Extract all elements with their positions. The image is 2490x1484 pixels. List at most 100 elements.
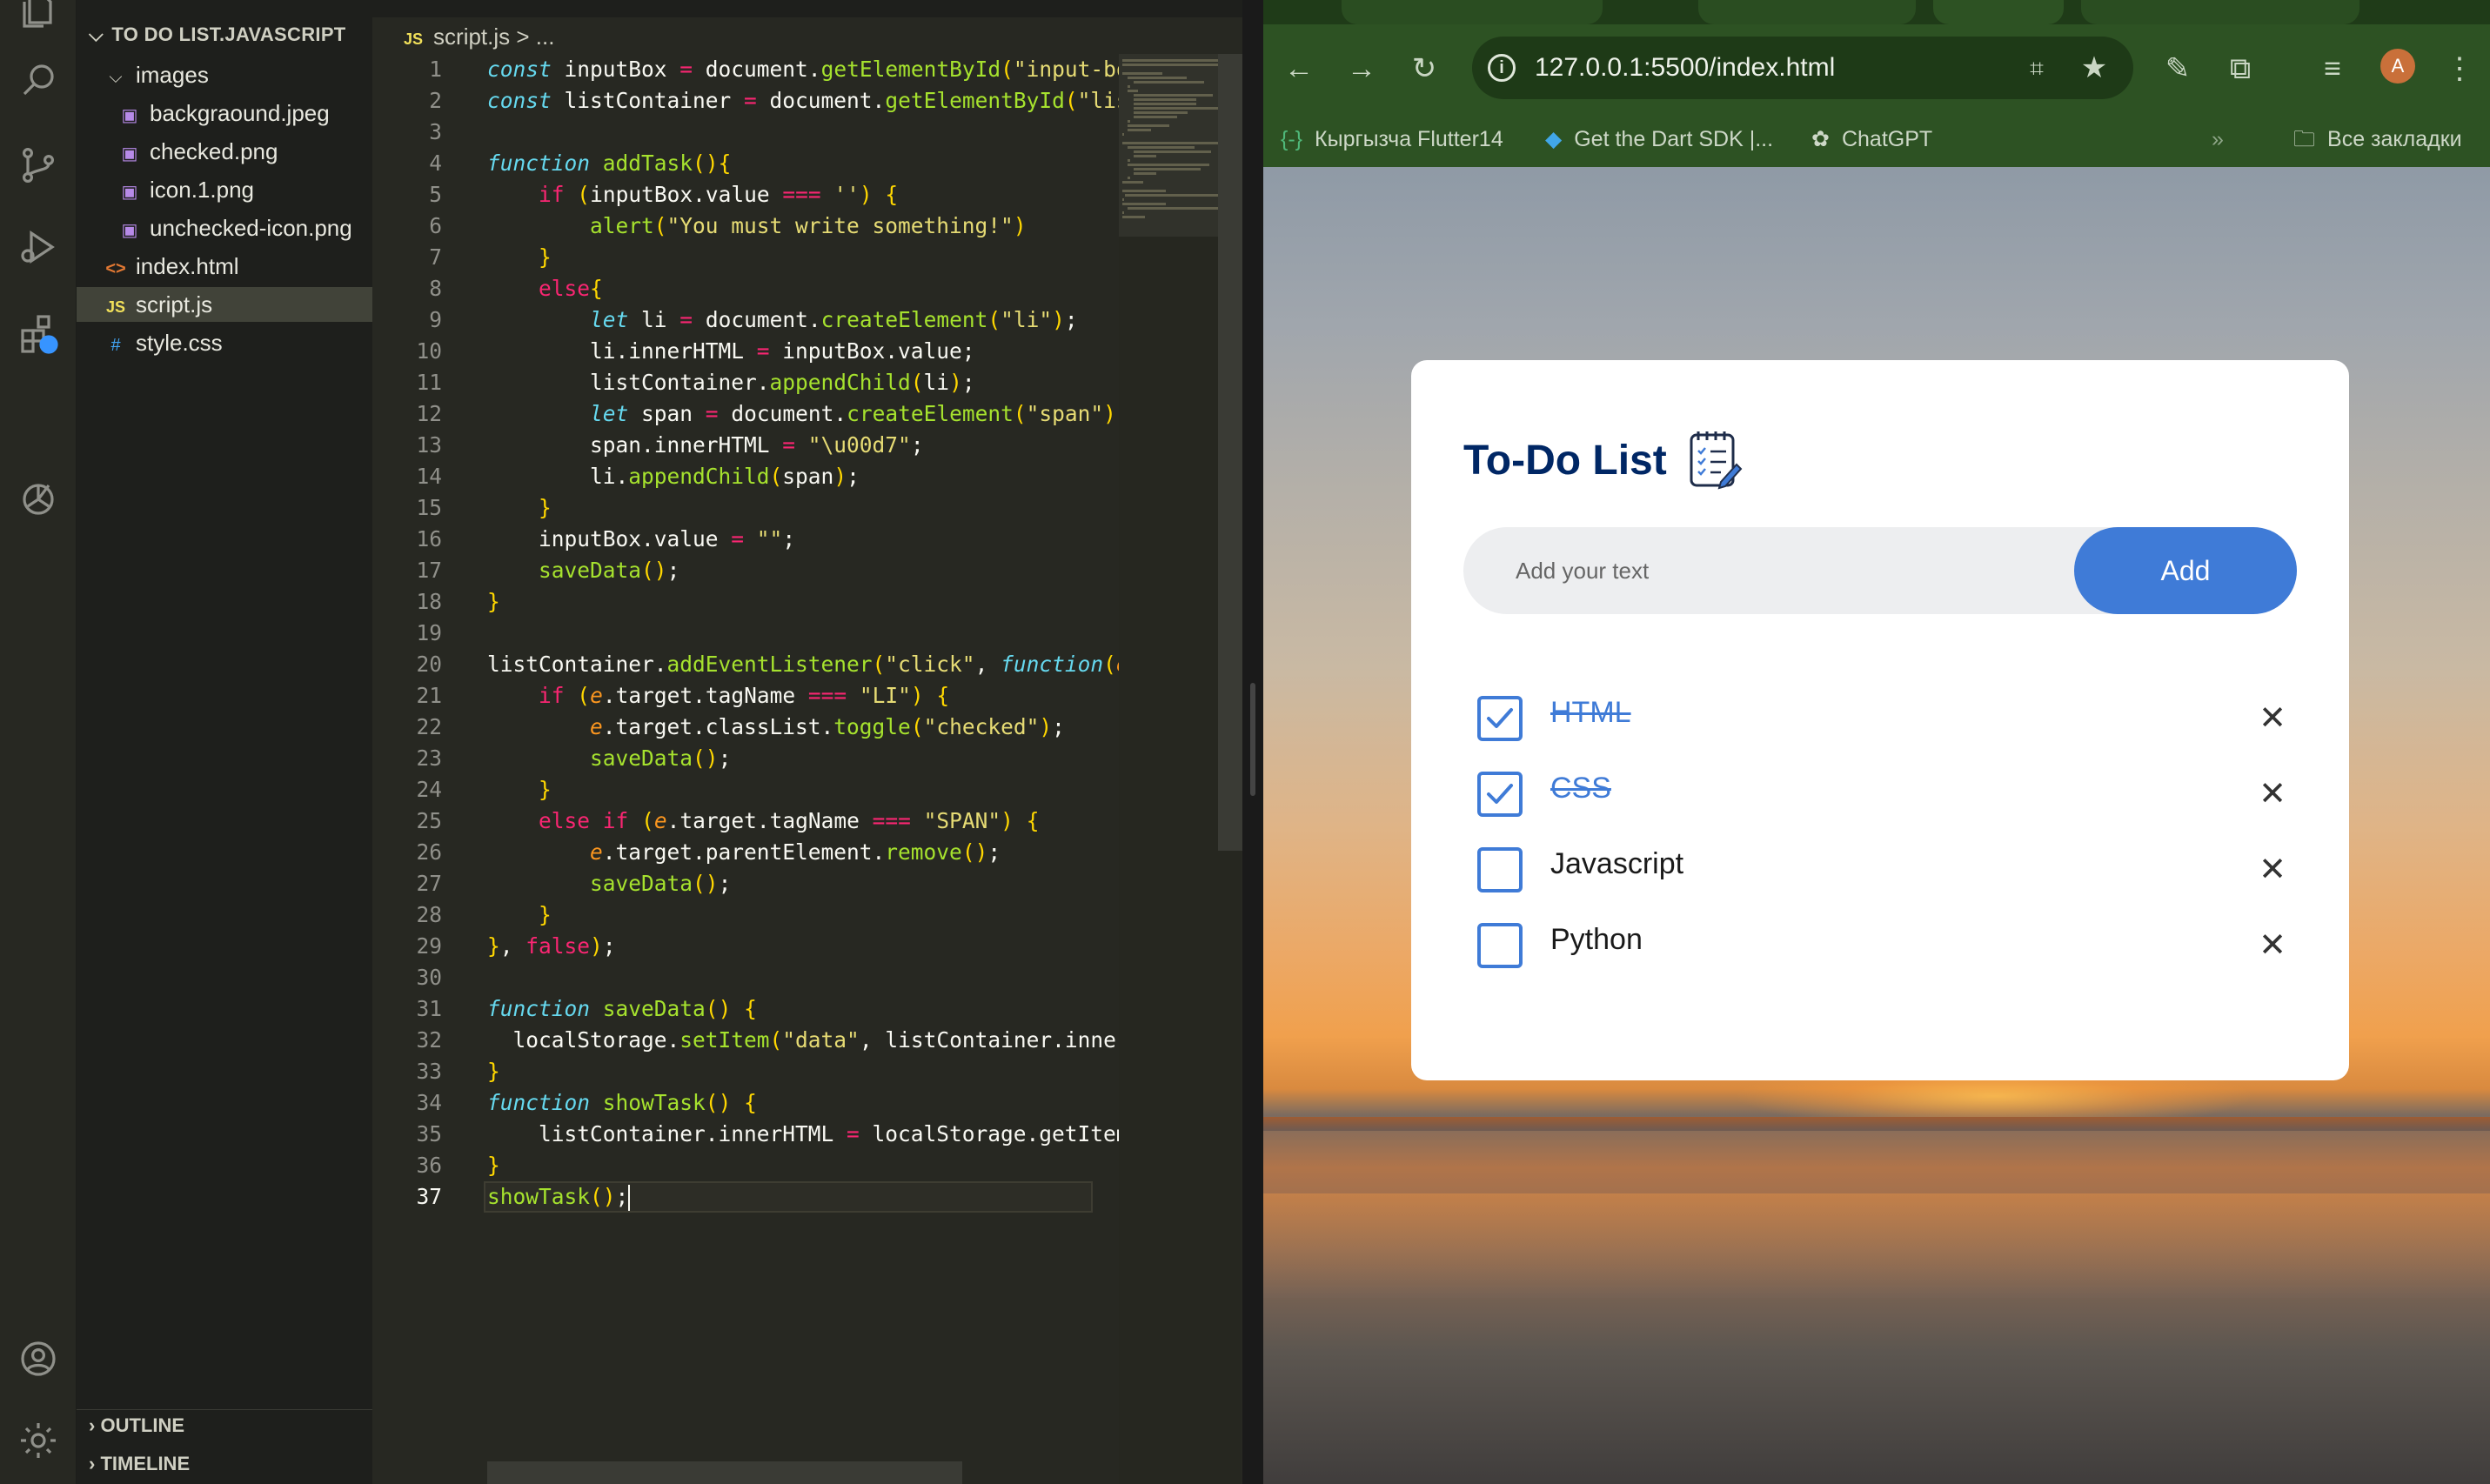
line-number: 16 [416, 526, 442, 551]
translate-icon[interactable]: ⌗ [2017, 49, 2057, 89]
run-debug-icon[interactable] [14, 223, 63, 271]
extensions-icon[interactable] [14, 310, 63, 358]
code-text: alert("You must write something!") [590, 213, 1027, 238]
divider-handle[interactable] [1250, 683, 1255, 796]
activity-bar [0, 0, 77, 1484]
code-editor[interactable]: JS script.js > ... 1 const inputBox = docu… [372, 0, 1242, 1484]
line-number: 13 [416, 432, 442, 458]
back-arrow-icon[interactable]: ← [1279, 49, 1319, 89]
browser-tab[interactable] [1698, 0, 1916, 24]
extensions-puzzle-icon[interactable]: ⧉ [2220, 49, 2260, 89]
task-item[interactable]: Javascript ✕ [1463, 828, 2297, 903]
outline-section[interactable]: › OUTLINE [77, 1407, 372, 1444]
code-text: li.appendChild(span); [487, 464, 860, 489]
line-number: 2 [429, 88, 442, 113]
horizontal-scrollbar[interactable] [487, 1461, 962, 1484]
eyedropper-icon[interactable]: ✎ [2158, 49, 2198, 89]
image-file-icon: ▣ [121, 183, 138, 202]
vscode-window: ⌵ TO DO LIST.JAVASCRIPT ⌵ images ▣ backgra… [0, 0, 1242, 1484]
forward-arrow-icon[interactable]: → [1342, 49, 1382, 89]
chatgpt-icon[interactable] [14, 475, 63, 524]
task-item[interactable]: HTML ✕ [1463, 677, 2297, 752]
tree-item-image[interactable]: ▣ unchecked-icon.png [77, 211, 372, 245]
line-number: 18 [416, 589, 442, 614]
code-text: saveData(); [590, 871, 732, 896]
delete-x-icon[interactable]: ✕ [2255, 777, 2290, 812]
more-menu-icon[interactable]: ⋮ [2440, 49, 2480, 89]
line-number: 20 [416, 652, 442, 677]
explorer-title[interactable]: ⌵ TO DO LIST.JAVASCRIPT [89, 23, 346, 46]
account-icon[interactable] [14, 1334, 63, 1383]
tree-item-js[interactable]: JS script.js [77, 287, 372, 322]
search-icon[interactable] [14, 56, 63, 104]
task-input[interactable] [1463, 527, 2072, 614]
timeline-section[interactable]: › TIMELINE [77, 1446, 372, 1482]
tree-label: images [136, 62, 209, 88]
bookmark-item[interactable]: ✿ ChatGPT [1811, 111, 1932, 167]
task-item[interactable]: Python ✕ [1463, 904, 2297, 979]
code-text: } [487, 589, 500, 614]
url-text[interactable]: 127.0.0.1:5500/index.html [1535, 37, 1835, 99]
code-text: function saveData() { [487, 996, 757, 1021]
line-number: 30 [416, 965, 442, 990]
tree-item-css[interactable]: # style.css [77, 325, 372, 360]
add-button[interactable]: Add [2074, 527, 2297, 614]
tree-item-image[interactable]: ▣ icon.1.png [77, 172, 372, 207]
profile-avatar[interactable]: A [2380, 49, 2415, 84]
minimap-line [1128, 129, 1151, 131]
checkbox-checked[interactable] [1477, 772, 1523, 817]
beach-reflection [1263, 1193, 2490, 1298]
bookmarks-overflow-button[interactable]: » [2212, 111, 2224, 167]
code-text: listContainer.appendChild(li); [487, 370, 975, 395]
tree-folder-images[interactable]: ⌵ images [77, 57, 372, 92]
todo-app-card: To-Do List Add HTML✕CSS✕Javascript✕Pytho… [1411, 360, 2349, 1080]
tree-item-image[interactable]: ▣ checked.png [77, 134, 372, 169]
input-row: Add [1463, 527, 2297, 614]
bookmark-item[interactable]: ◆ Get the Dart SDK |... [1545, 111, 1773, 167]
task-label: Javascript [1550, 847, 1684, 880]
checkbox-checked[interactable] [1477, 696, 1523, 741]
code-text: saveData(); [590, 745, 732, 771]
browser-tab-active[interactable] [1933, 0, 2064, 24]
bookmark-item[interactable]: {-} Кыргызча Flutter14 [1281, 111, 1503, 167]
bookmark-star-icon[interactable]: ★ [2074, 48, 2114, 88]
code-text: let li = document.createElement("li"); [590, 307, 1078, 332]
checkbox-unchecked[interactable] [1477, 923, 1523, 968]
checkbox-unchecked[interactable] [1477, 847, 1523, 892]
breadcrumb-file[interactable]: script.js [433, 23, 510, 50]
files-icon[interactable] [14, 0, 63, 35]
code-text: }, false); [487, 933, 616, 959]
line-number: 25 [416, 808, 442, 833]
line-number: 12 [416, 401, 442, 426]
checklist-notepad-icon [1690, 431, 1743, 490]
minimap-line [1133, 155, 1157, 157]
tree-item-html[interactable]: <> index.html [77, 249, 372, 284]
reload-icon[interactable]: ↻ [1404, 49, 1444, 89]
minimap-line [1128, 77, 1187, 79]
browser-tab[interactable] [2081, 0, 2359, 24]
media-controls-icon[interactable]: ≡ [2313, 49, 2353, 89]
all-bookmarks-label: Все закладки [2327, 127, 2462, 151]
breadcrumb-rest[interactable]: > ... [516, 23, 554, 50]
line-number: 4 [429, 150, 442, 176]
delete-x-icon[interactable]: ✕ [2255, 928, 2290, 963]
delete-x-icon[interactable]: ✕ [2255, 701, 2290, 736]
task-item[interactable]: CSS ✕ [1463, 752, 2297, 827]
breadcrumb[interactable]: JS script.js > ... [404, 19, 554, 54]
browser-tab-strip [1263, 0, 2490, 24]
site-info-icon[interactable]: i [1488, 54, 1516, 82]
source-control-icon[interactable] [14, 141, 63, 190]
minimap-line [1122, 203, 1167, 205]
line-number: 21 [416, 683, 442, 708]
tree-item-image[interactable]: ▣ backgraound.jpeg [77, 96, 372, 130]
browser-tab[interactable] [1342, 0, 1603, 24]
browser-toolbar: ← → ↻ i 127.0.0.1:5500/index.html ⌗ ★ ✎ … [1263, 24, 2490, 111]
editor-tab-strip [372, 0, 1242, 17]
minimap-line [1122, 72, 1162, 75]
settings-gear-icon[interactable] [14, 1416, 63, 1465]
all-bookmarks-button[interactable]: 🗀 Все закладки [2293, 111, 2462, 167]
minimap-line [1125, 194, 1226, 197]
address-bar[interactable]: i 127.0.0.1:5500/index.html ⌗ ★ [1472, 37, 2133, 99]
vertical-scrollbar[interactable] [1218, 54, 1242, 851]
delete-x-icon[interactable]: ✕ [2255, 852, 2290, 887]
